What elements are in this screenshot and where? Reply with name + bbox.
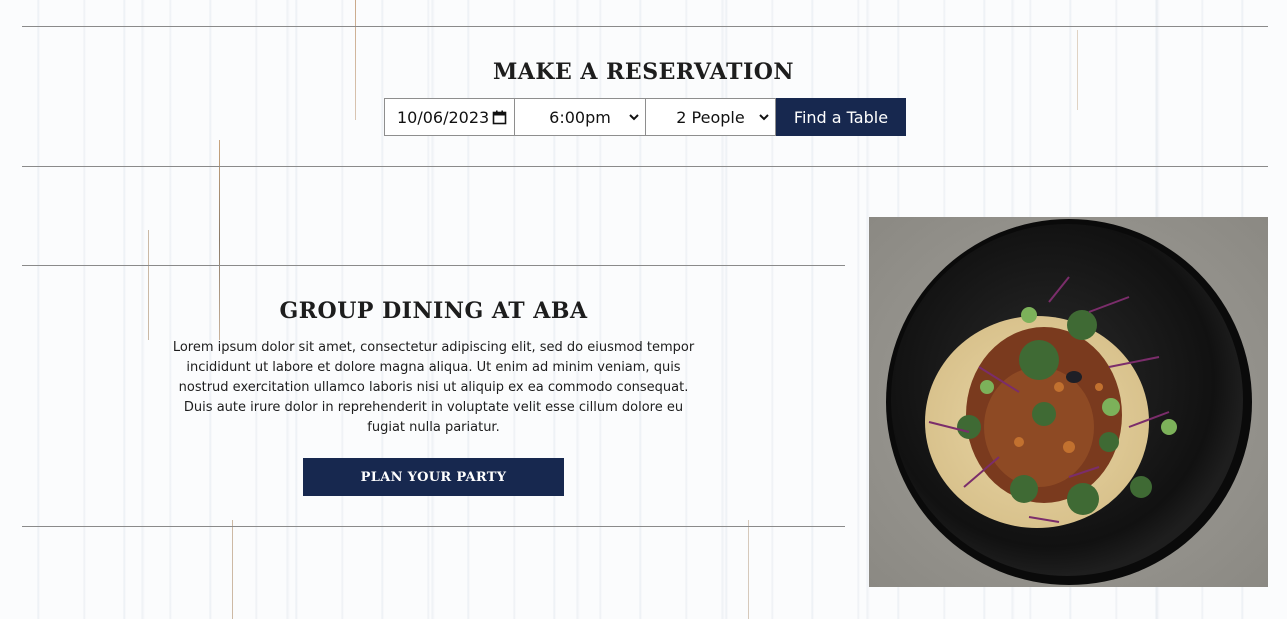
group-dining-description: Lorem ipsum dolor sit amet, consectetur … bbox=[172, 340, 695, 435]
group-dining-title: GROUP DINING AT ABA bbox=[279, 298, 588, 324]
wood-grain bbox=[748, 520, 749, 619]
calendar-icon[interactable] bbox=[492, 110, 507, 125]
reservation-title: MAKE A RESERVATION bbox=[492, 59, 795, 85]
date-input[interactable]: 10/06/2023 bbox=[384, 98, 515, 136]
chevron-down-icon bbox=[759, 114, 769, 121]
find-a-table-button[interactable]: Find a Table bbox=[776, 98, 906, 136]
party-size-select[interactable]: 2 People bbox=[646, 98, 776, 136]
time-value: 6:00pm bbox=[549, 107, 611, 127]
wood-grain bbox=[232, 520, 233, 619]
chevron-down-icon bbox=[629, 114, 639, 121]
date-value: 10/06/2023 bbox=[397, 107, 490, 127]
time-select[interactable]: 6:00pm bbox=[515, 98, 646, 136]
divider-group-top bbox=[22, 265, 845, 266]
party-size-value: 2 People bbox=[676, 107, 745, 127]
divider-reservation-bottom bbox=[22, 166, 1268, 167]
divider-group-bottom bbox=[22, 526, 845, 527]
dish-illustration bbox=[869, 217, 1268, 587]
dish-photo bbox=[869, 217, 1268, 587]
reservation-form: 10/06/2023 6:00pm 2 People Find a Table bbox=[384, 98, 906, 136]
plan-your-party-button[interactable]: PLAN YOUR PARTY bbox=[303, 458, 564, 496]
divider-top bbox=[22, 26, 1268, 27]
